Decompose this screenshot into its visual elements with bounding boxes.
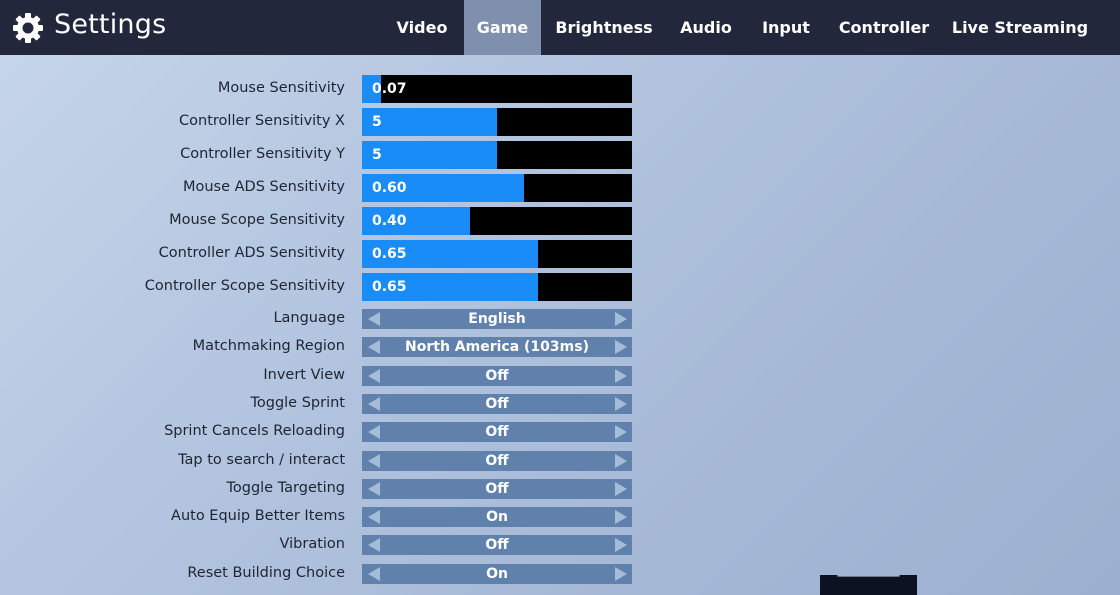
arrow-right-icon[interactable] (615, 566, 627, 581)
arrow-right-icon[interactable] (615, 538, 627, 553)
arrow-right-icon[interactable] (615, 453, 627, 468)
tab-controller[interactable]: Controller (834, 0, 934, 55)
slider-value: 0.65 (372, 246, 407, 262)
setting-label: Tap to search / interact (178, 451, 345, 468)
selector-value: English (468, 311, 526, 327)
slider-value: 0.40 (372, 213, 407, 229)
selector-value: Off (485, 452, 509, 469)
tab-game[interactable]: Game (464, 0, 541, 55)
selector-value: Off (485, 395, 509, 412)
tap-to-search-interact-selector[interactable]: Off (362, 450, 632, 471)
slider-value: 0.07 (372, 81, 407, 97)
gear-icon (13, 13, 43, 43)
setting-label: Vibration (279, 536, 345, 553)
setting-label: Toggle Sprint (250, 394, 345, 411)
selector-value: Off (485, 537, 509, 554)
controller-scope-sensitivity-slider[interactable]: 0.65 (362, 273, 632, 301)
mouse-sensitivity-slider[interactable]: 0.07 (362, 75, 632, 103)
vibration-selector[interactable]: Off (362, 535, 632, 556)
tab-label: Live Streaming (951, 18, 1089, 37)
selector-value: Off (485, 480, 509, 497)
tab-input[interactable]: Input (753, 0, 819, 55)
setting-label: Matchmaking Region (192, 338, 345, 355)
controller-sensitivity-x-slider[interactable]: 5 (362, 108, 632, 136)
setting-label: Language (273, 310, 345, 326)
setting-label: Invert View (263, 366, 345, 383)
slider-value: 5 (372, 147, 382, 163)
language-selector[interactable]: English (362, 309, 632, 329)
slider-value: 0.60 (372, 180, 407, 196)
setting-label: Mouse Sensitivity (217, 80, 345, 96)
toggle-targeting-selector[interactable]: Off (362, 478, 632, 499)
tab-video[interactable]: Video (388, 0, 456, 55)
selector-value: North America (103ms) (405, 339, 589, 356)
slider-value: 0.65 (372, 279, 407, 295)
slider-fill[interactable] (362, 108, 497, 136)
setting-label: Toggle Targeting (226, 479, 345, 496)
setting-label: Auto Equip Better Items (171, 508, 345, 525)
auto-equip-better-items-selector[interactable]: On (362, 507, 632, 528)
arrow-right-icon[interactable] (615, 481, 627, 496)
partial-panel (820, 575, 917, 595)
tab-live-streaming[interactable]: Live Streaming (950, 0, 1090, 55)
arrow-right-icon[interactable] (615, 312, 627, 326)
mouse-ads-sensitivity-slider[interactable]: 0.60 (362, 174, 632, 202)
setting-label: Mouse ADS Sensitivity (182, 179, 345, 195)
toggle-sprint-selector[interactable]: Off (362, 393, 632, 414)
setting-label: Controller Scope Sensitivity (144, 278, 345, 294)
setting-label: Controller Sensitivity X (179, 113, 345, 129)
controller-sensitivity-y-slider[interactable]: 5 (362, 141, 632, 169)
setting-label: Mouse Scope Sensitivity (169, 212, 345, 228)
setting-label: Controller Sensitivity Y (180, 146, 345, 162)
invert-view-selector[interactable]: Off (362, 365, 632, 386)
selector-value: Off (485, 424, 509, 441)
setting-label: Controller ADS Sensitivity (158, 245, 345, 261)
setting-label: Sprint Cancels Reloading (164, 423, 345, 440)
slider-value: 5 (372, 114, 382, 130)
tab-label: Controller (838, 18, 930, 37)
setting-label: Reset Building Choice (187, 564, 345, 581)
settings-header: Settings Video Game Brightness Audio Inp… (0, 0, 1120, 55)
sprint-cancels-reloading-selector[interactable]: Off (362, 422, 632, 443)
tab-label: Brightness (555, 18, 653, 37)
arrow-right-icon[interactable] (615, 396, 627, 411)
matchmaking-region-selector[interactable]: North America (103ms) (362, 337, 632, 358)
tab-label: Video (396, 18, 448, 37)
tab-label: Audio (680, 18, 732, 37)
slider-fill[interactable] (362, 141, 497, 169)
arrow-right-icon[interactable] (615, 340, 627, 355)
reset-building-choice-selector[interactable]: On (362, 563, 632, 584)
selector-value: Off (485, 367, 509, 384)
mouse-scope-sensitivity-slider[interactable]: 0.40 (362, 207, 632, 235)
tab-brightness[interactable]: Brightness (550, 0, 658, 55)
selector-value: On (486, 509, 508, 526)
tab-label: Input (762, 18, 810, 37)
tab-audio[interactable]: Audio (672, 0, 740, 55)
selector-value: On (486, 565, 508, 582)
arrow-right-icon[interactable] (615, 510, 627, 525)
arrow-right-icon[interactable] (615, 425, 627, 440)
page-title: Settings (54, 9, 167, 40)
arrow-right-icon[interactable] (615, 368, 627, 383)
tab-label: Game (476, 18, 529, 37)
controller-ads-sensitivity-slider[interactable]: 0.65 (362, 240, 632, 268)
